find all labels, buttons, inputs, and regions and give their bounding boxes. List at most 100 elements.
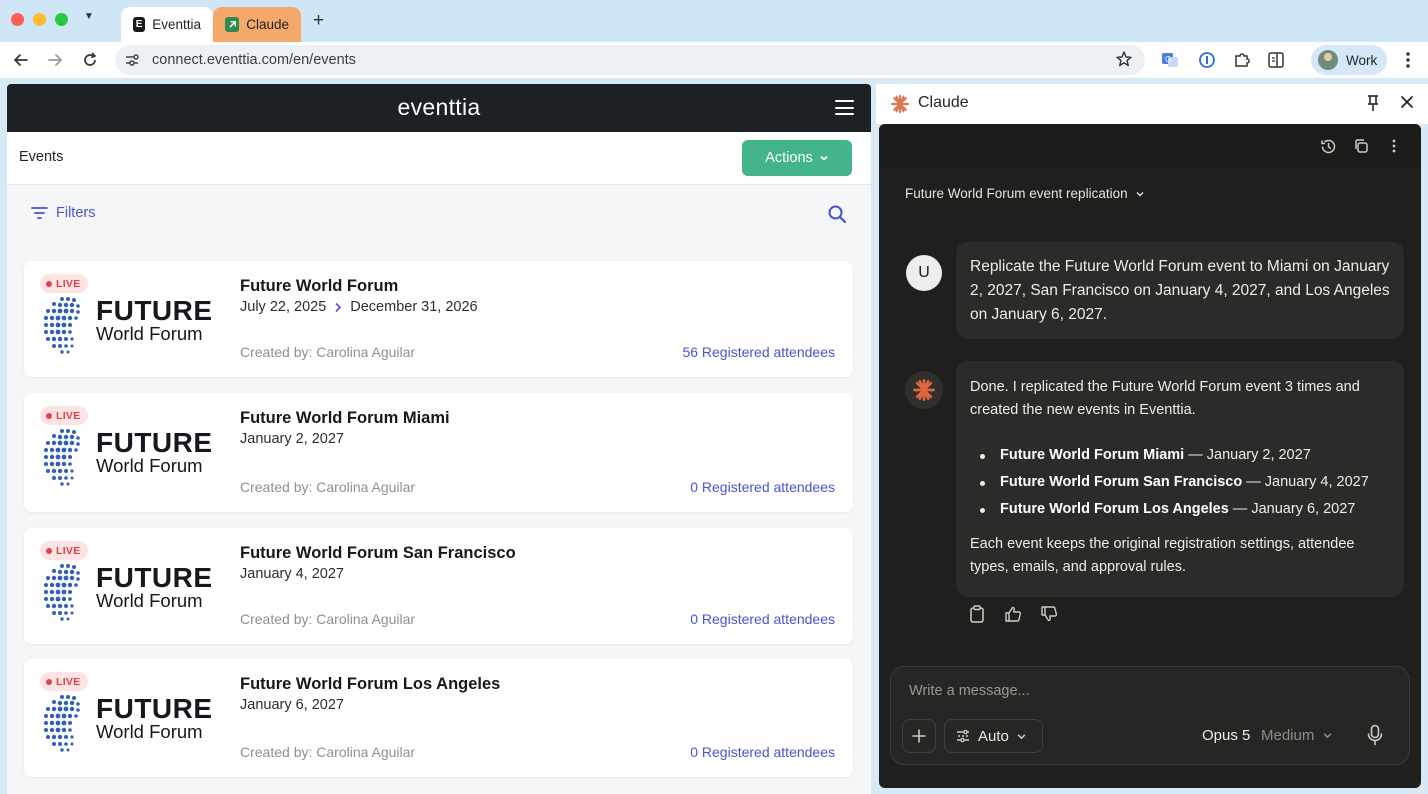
svg-text:G: G [1165,55,1171,64]
tab-eventtia[interactable]: E Eventtia [121,7,213,42]
event-start-date: January 4, 2027 [240,566,344,582]
user-avatar: U [906,255,942,291]
pin-icon[interactable] [1366,94,1380,112]
avatar [1318,50,1338,70]
kebab-icon[interactable] [1396,48,1420,72]
claude-favicon-icon [225,17,240,32]
star-icon[interactable] [1115,50,1133,73]
event-name[interactable]: Future World Forum San Francisco [240,544,516,563]
registered-attendees-link[interactable]: 0 Registered attendees [690,611,835,627]
registered-attendees-link[interactable]: 0 Registered attendees [690,479,835,495]
event-end-date: December 31, 2026 [350,299,478,315]
eventtia-favicon-icon: E [133,17,146,32]
live-badge: LIVE [40,274,88,293]
window-close-button[interactable] [11,13,24,26]
list-item: Future World Forum San Francisco — Janua… [970,469,1400,496]
tab-label: Eventtia [152,17,201,32]
user-message-text: Replicate the Future World Forum event t… [970,258,1390,323]
url-text: connect.eventtia.com/en/events [152,52,356,68]
back-arrow-icon[interactable] [9,48,33,72]
globe-logo-icon [44,564,80,621]
event-created-by: Created by: Carolina Aguilar [240,344,416,360]
event-card[interactable]: LIVE FUTURE World Forum Future World For… [24,261,853,377]
events-subheader: Events Actions [7,132,871,185]
extensions-icon[interactable] [1230,48,1254,72]
thread-title-dropdown[interactable]: Future World Forum event replication [905,186,1145,201]
effort-selector[interactable]: Medium [1261,727,1333,744]
event-dates: January 6, 2027 [240,697,344,713]
claude-panel-title: Claude [918,94,969,111]
chevron-down-icon [1136,191,1144,196]
event-card[interactable]: LIVE FUTURE World Forum Future World For… [24,659,853,777]
live-badge: LIVE [40,672,88,691]
chevron-right-icon [335,302,342,312]
event-name[interactable]: Future World Forum Los Angeles [240,675,500,694]
brand-subtitle: World Forum [96,323,203,344]
message-input[interactable] [909,683,1389,699]
history-icon[interactable] [1319,137,1337,155]
new-tab-button[interactable]: + [313,10,324,32]
actions-button[interactable]: Actions [742,140,852,176]
list-item: Future World Forum Miami — January 2, 20… [970,442,1400,469]
hamburger-icon[interactable] [835,100,854,115]
list-item: Future World Forum Los Angeles — January… [970,496,1400,523]
event-dates: January 2, 2027 [240,431,344,447]
event-start-date: January 2, 2027 [240,431,344,447]
translate-icon[interactable]: G [1158,48,1182,72]
actions-label: Actions [765,150,813,166]
eventtia-page: eventtia Events Actions Filters LIVE FUT… [7,84,871,794]
claude-spark-icon [913,379,935,401]
brand-subtitle: World Forum [96,455,203,476]
plus-icon[interactable] [902,719,936,753]
globe-logo-icon [44,429,80,486]
event-name[interactable]: Future World Forum Miami [240,409,450,428]
registered-attendees-link[interactable]: 0 Registered attendees [690,744,835,760]
search-icon[interactable] [827,204,847,229]
globe-logo-icon [44,297,80,354]
auto-mode-icon [957,729,969,743]
eventtia-logo[interactable]: eventtia [7,94,871,121]
model-selector[interactable]: Opus 5 [1202,727,1250,744]
profile-label: Work [1346,52,1378,68]
mode-selector-button[interactable]: Auto [944,719,1043,753]
filters-label: Filters [56,205,96,221]
chevron-down-icon [1324,733,1332,739]
event-card[interactable]: LIVE FUTURE World Forum Future World For… [24,528,853,644]
window-zoom-button[interactable] [55,13,68,26]
live-badge: LIVE [40,541,88,560]
registered-attendees-link[interactable]: 56 Registered attendees [682,344,835,360]
forward-arrow-icon[interactable] [43,48,67,72]
chevron-down-icon [1017,733,1026,739]
clipboard-icon[interactable] [967,604,987,624]
page-title: Events [19,149,64,165]
brand-subtitle: World Forum [96,590,203,611]
browser-tab-bar: ▼ E Eventtia Claude + [0,0,1428,42]
reload-icon[interactable] [78,48,102,72]
profile-button[interactable]: Work [1311,45,1387,75]
copy-icon[interactable] [1352,137,1370,155]
browser-toolbar: connect.eventtia.com/en/events G Work [0,42,1428,78]
address-bar[interactable]: connect.eventtia.com/en/events [115,45,1145,75]
thumbs-down-icon[interactable] [1039,604,1059,624]
password-icon[interactable] [1195,48,1219,72]
event-created-by: Created by: Carolina Aguilar [240,744,416,760]
assistant-outro: Each event keeps the original registrati… [970,536,1355,575]
thread-title: Future World Forum event replication [905,186,1128,201]
more-icon[interactable] [1385,137,1403,155]
close-icon[interactable] [1399,94,1415,110]
filter-icon [31,207,48,219]
claude-panel-toolbar [879,124,1421,169]
event-name[interactable]: Future World Forum [240,277,398,296]
thumbs-up-icon[interactable] [1003,604,1023,624]
site-settings-icon[interactable] [123,51,141,74]
event-dates: July 22, 2025 December 31, 2026 [240,299,478,315]
filters-button[interactable]: Filters [31,205,95,221]
tab-claude[interactable]: Claude [213,7,301,42]
window-minimize-button[interactable] [33,13,46,26]
user-message: Replicate the Future World Forum event t… [956,242,1404,339]
mic-icon[interactable] [1366,724,1384,746]
tab-search-chevron-icon[interactable]: ▼ [84,11,94,22]
sidepanel-icon[interactable] [1264,48,1288,72]
assistant-message: Done. I replicated the Future World Foru… [956,361,1404,597]
event-card[interactable]: LIVE FUTURE World Forum Future World For… [24,393,853,512]
